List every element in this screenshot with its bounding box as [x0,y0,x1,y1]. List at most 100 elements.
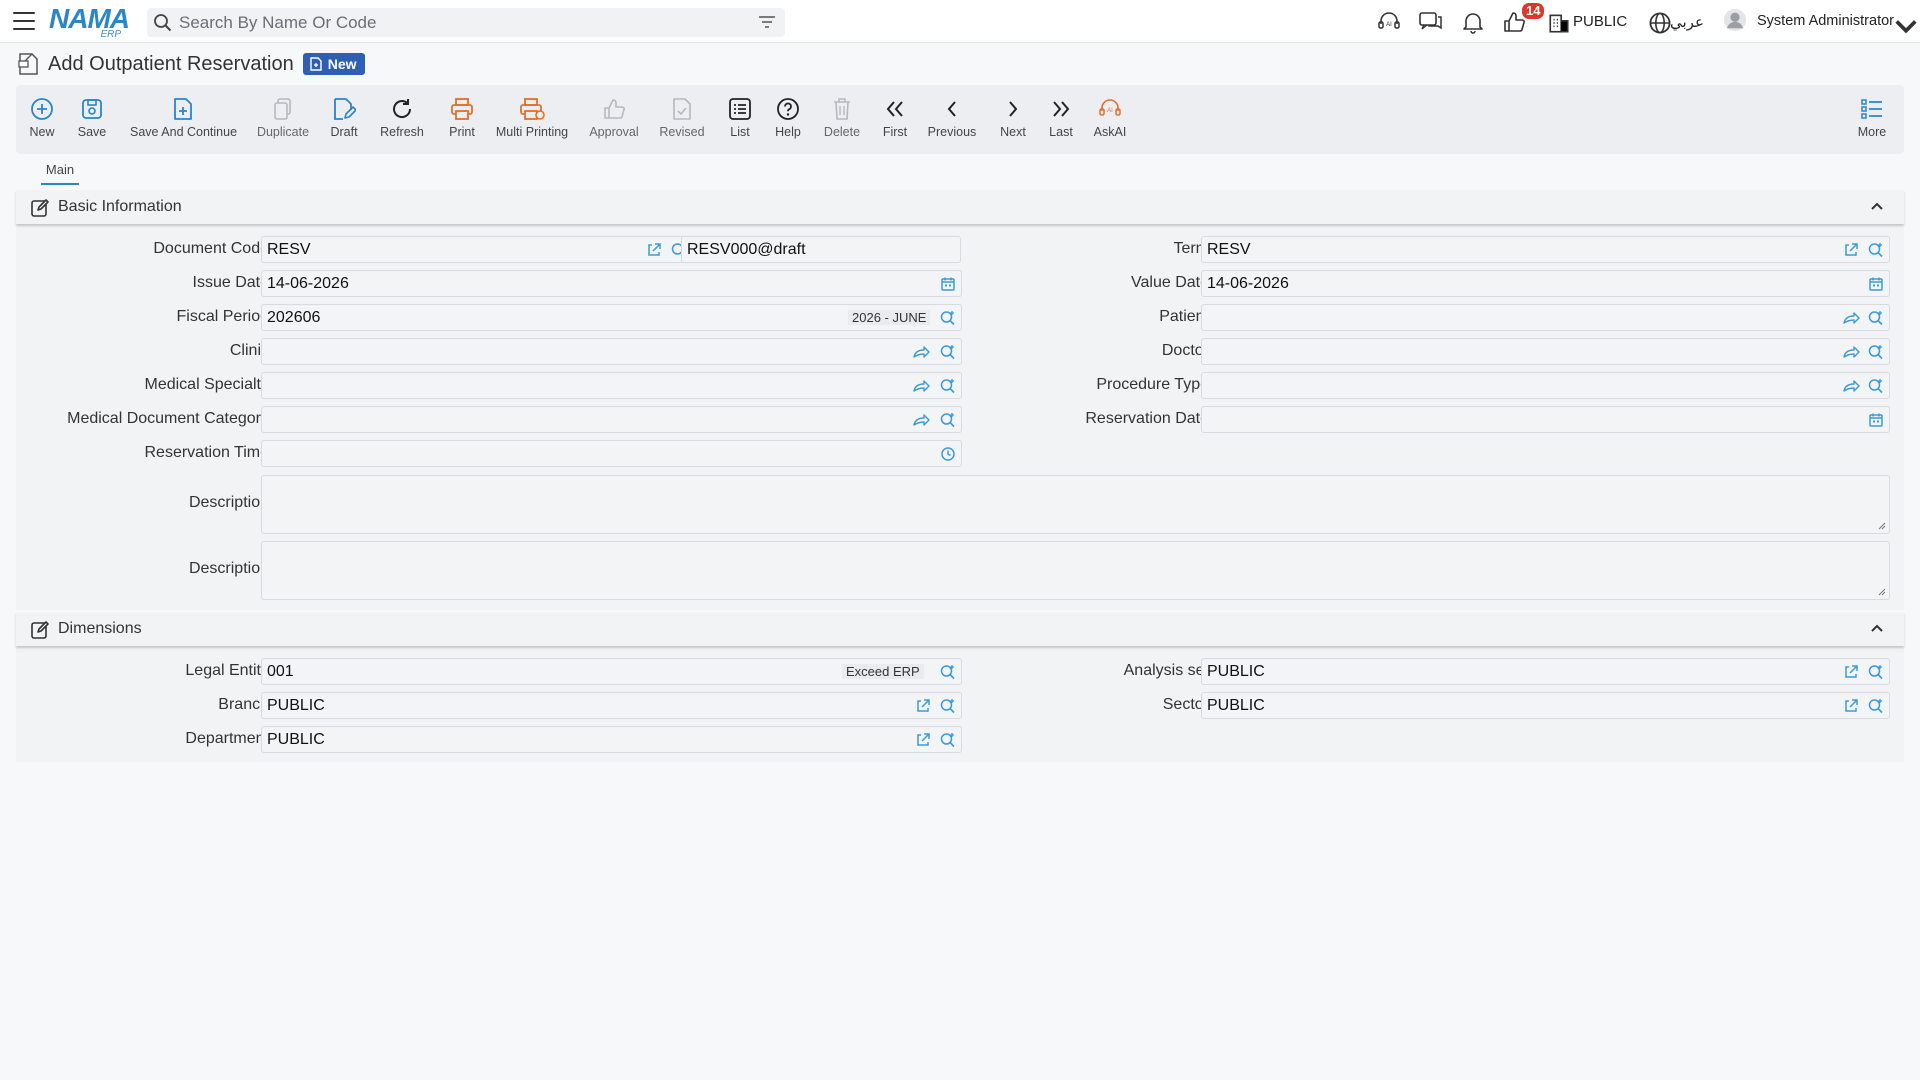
open-link-icon[interactable] [1842,697,1860,715]
chevron-up-icon[interactable] [1870,623,1884,633]
chevron-down-icon[interactable] [1893,15,1919,39]
new-button[interactable]: New [26,95,58,139]
chat-icon[interactable] [1418,10,1444,34]
department-field[interactable]: PUBLIC [261,726,962,753]
share-icon[interactable] [1842,309,1860,327]
open-link-icon[interactable] [914,731,932,749]
clinic-field[interactable] [261,338,962,365]
lookup-icon[interactable] [939,731,957,749]
plus-circle-icon [31,98,53,120]
description-textarea-2[interactable] [261,541,1890,600]
dimensions-header[interactable]: Dimensions [16,612,1904,646]
tab-main[interactable]: Main [41,162,79,185]
document-number-field[interactable]: RESV000@draft [681,236,961,263]
delete-button[interactable]: Delete [822,95,862,139]
analysis-set-field[interactable]: PUBLIC [1201,658,1890,685]
document-code-field[interactable]: RESV [261,236,693,263]
save-button[interactable]: Save [76,95,108,139]
approval-button[interactable]: Approval [588,95,640,139]
open-link-icon[interactable] [1842,241,1860,259]
resize-grip-icon[interactable] [1878,522,1886,530]
clock-icon[interactable] [939,445,957,463]
print-button[interactable]: Print [444,95,480,139]
help-button[interactable]: Help [772,95,804,139]
lookup-icon[interactable] [1867,343,1885,361]
more-button[interactable]: More [1856,95,1888,139]
revised-button[interactable]: Revised [658,95,706,139]
file-plus-icon [174,98,192,120]
next-button[interactable]: Next [996,95,1030,139]
ai-support-icon[interactable]: AI [1376,10,1402,34]
lookup-icon[interactable] [1867,377,1885,395]
department-value: PUBLIC [267,731,325,748]
sector-field[interactable]: PUBLIC [1201,692,1890,719]
user-name[interactable]: System Administrator [1757,13,1894,29]
open-link-icon[interactable] [914,697,932,715]
share-icon[interactable] [912,411,930,429]
share-icon[interactable] [912,343,930,361]
print-label: Print [449,125,475,139]
lookup-icon[interactable] [939,343,957,361]
search-input[interactable] [179,11,739,34]
term-field[interactable]: RESV [1201,236,1890,263]
multi-printing-label: Multi Printing [495,125,569,139]
issue-date-field[interactable]: 14-06-2026 [261,270,962,297]
lookup-icon[interactable] [1867,697,1885,715]
previous-button[interactable]: Previous [926,95,978,139]
doctor-field[interactable] [1201,338,1890,365]
lookup-icon[interactable] [939,411,957,429]
multi-printing-button[interactable]: Multi Printing [494,95,570,139]
fiscal-period-hint: 2026 - JUNE [848,310,931,325]
issue-date-label: Issue Date [192,274,269,291]
filter-icon[interactable] [758,15,776,29]
reservation-time-field[interactable] [261,440,962,467]
procedure-type-field[interactable] [1201,372,1890,399]
open-link-icon[interactable] [645,241,663,259]
calendar-icon[interactable] [939,275,957,293]
first-label: First [882,125,908,139]
fiscal-period-field[interactable]: 202606 2026 - JUNE [261,304,962,331]
medical-document-category-field[interactable] [261,406,962,433]
last-label: Last [1049,125,1073,139]
branch-field[interactable]: PUBLIC [261,692,962,719]
share-icon[interactable] [1842,343,1860,361]
askai-button[interactable]: AI AskAI [1092,95,1128,139]
share-icon[interactable] [1842,377,1860,395]
resize-grip-icon[interactable] [1878,588,1886,596]
menu-icon[interactable] [13,12,35,30]
lookup-icon[interactable] [939,377,957,395]
share-icon[interactable] [912,377,930,395]
logo[interactable]: NAMA ERP [49,5,135,41]
document-number-value: RESV000@draft [687,241,806,258]
reservation-date-field[interactable] [1201,406,1890,433]
refresh-button[interactable]: Refresh [379,95,425,139]
basic-information-header[interactable]: Basic Information [16,190,1904,224]
duplicate-button[interactable]: Duplicate [256,95,310,139]
chevron-up-icon[interactable] [1870,201,1884,211]
description-textarea[interactable] [261,475,1890,534]
avatar[interactable] [1722,8,1748,32]
legal-entity-field[interactable]: 001 Exceed ERP [261,658,962,685]
printer-icon [451,98,473,120]
value-date-field[interactable]: 14-06-2026 [1201,270,1890,297]
lookup-icon[interactable] [1867,309,1885,327]
legal-entity-hint: Exceed ERP [842,664,924,679]
lookup-icon[interactable] [1867,241,1885,259]
first-button[interactable]: First [880,95,910,139]
draft-button[interactable]: Draft [327,95,361,139]
list-button[interactable]: List [726,95,754,139]
lookup-icon[interactable] [939,663,957,681]
patient-field[interactable] [1201,304,1890,331]
language-switch[interactable]: عربي [1670,13,1704,31]
analysis-set-selector[interactable]: PUBLIC [1573,13,1627,30]
save-and-continue-button[interactable]: Save And Continue [130,95,237,139]
open-link-icon[interactable] [1842,663,1860,681]
calendar-icon[interactable] [1867,275,1885,293]
lookup-icon[interactable] [939,697,957,715]
lookup-icon[interactable] [939,309,957,327]
medical-specialty-field[interactable] [261,372,962,399]
calendar-icon[interactable] [1867,411,1885,429]
lookup-icon[interactable] [1867,663,1885,681]
bell-icon[interactable] [1460,10,1486,34]
last-button[interactable]: Last [1046,95,1076,139]
